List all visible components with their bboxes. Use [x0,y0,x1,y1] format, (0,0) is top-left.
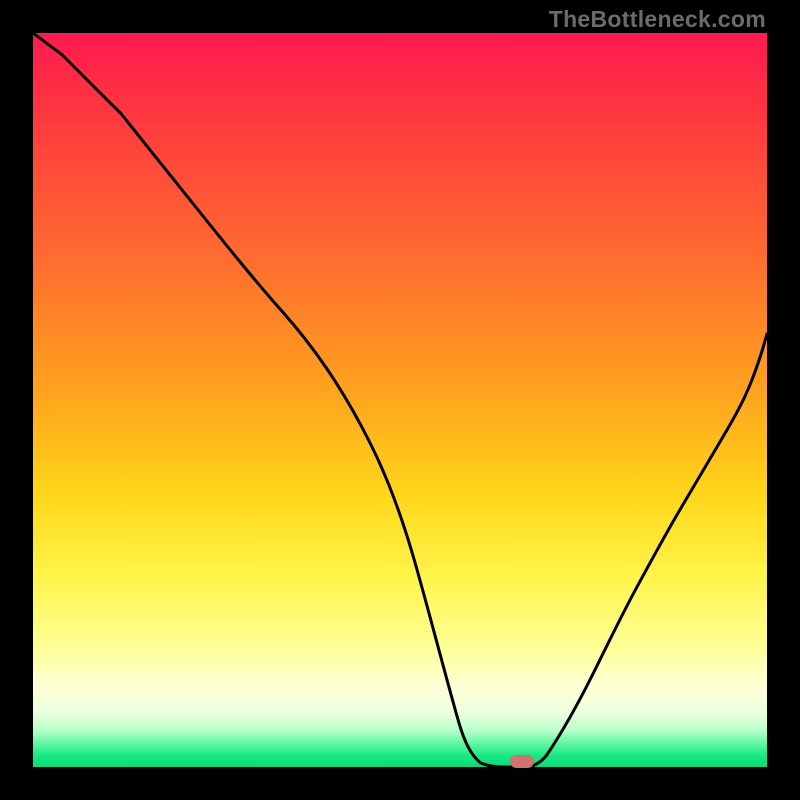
chart-frame: TheBottleneck.com [0,0,800,800]
watermark-text: TheBottleneck.com [549,6,766,33]
bottleneck-curve [33,33,767,767]
optimal-marker [510,755,534,768]
chart-svg [33,33,767,767]
